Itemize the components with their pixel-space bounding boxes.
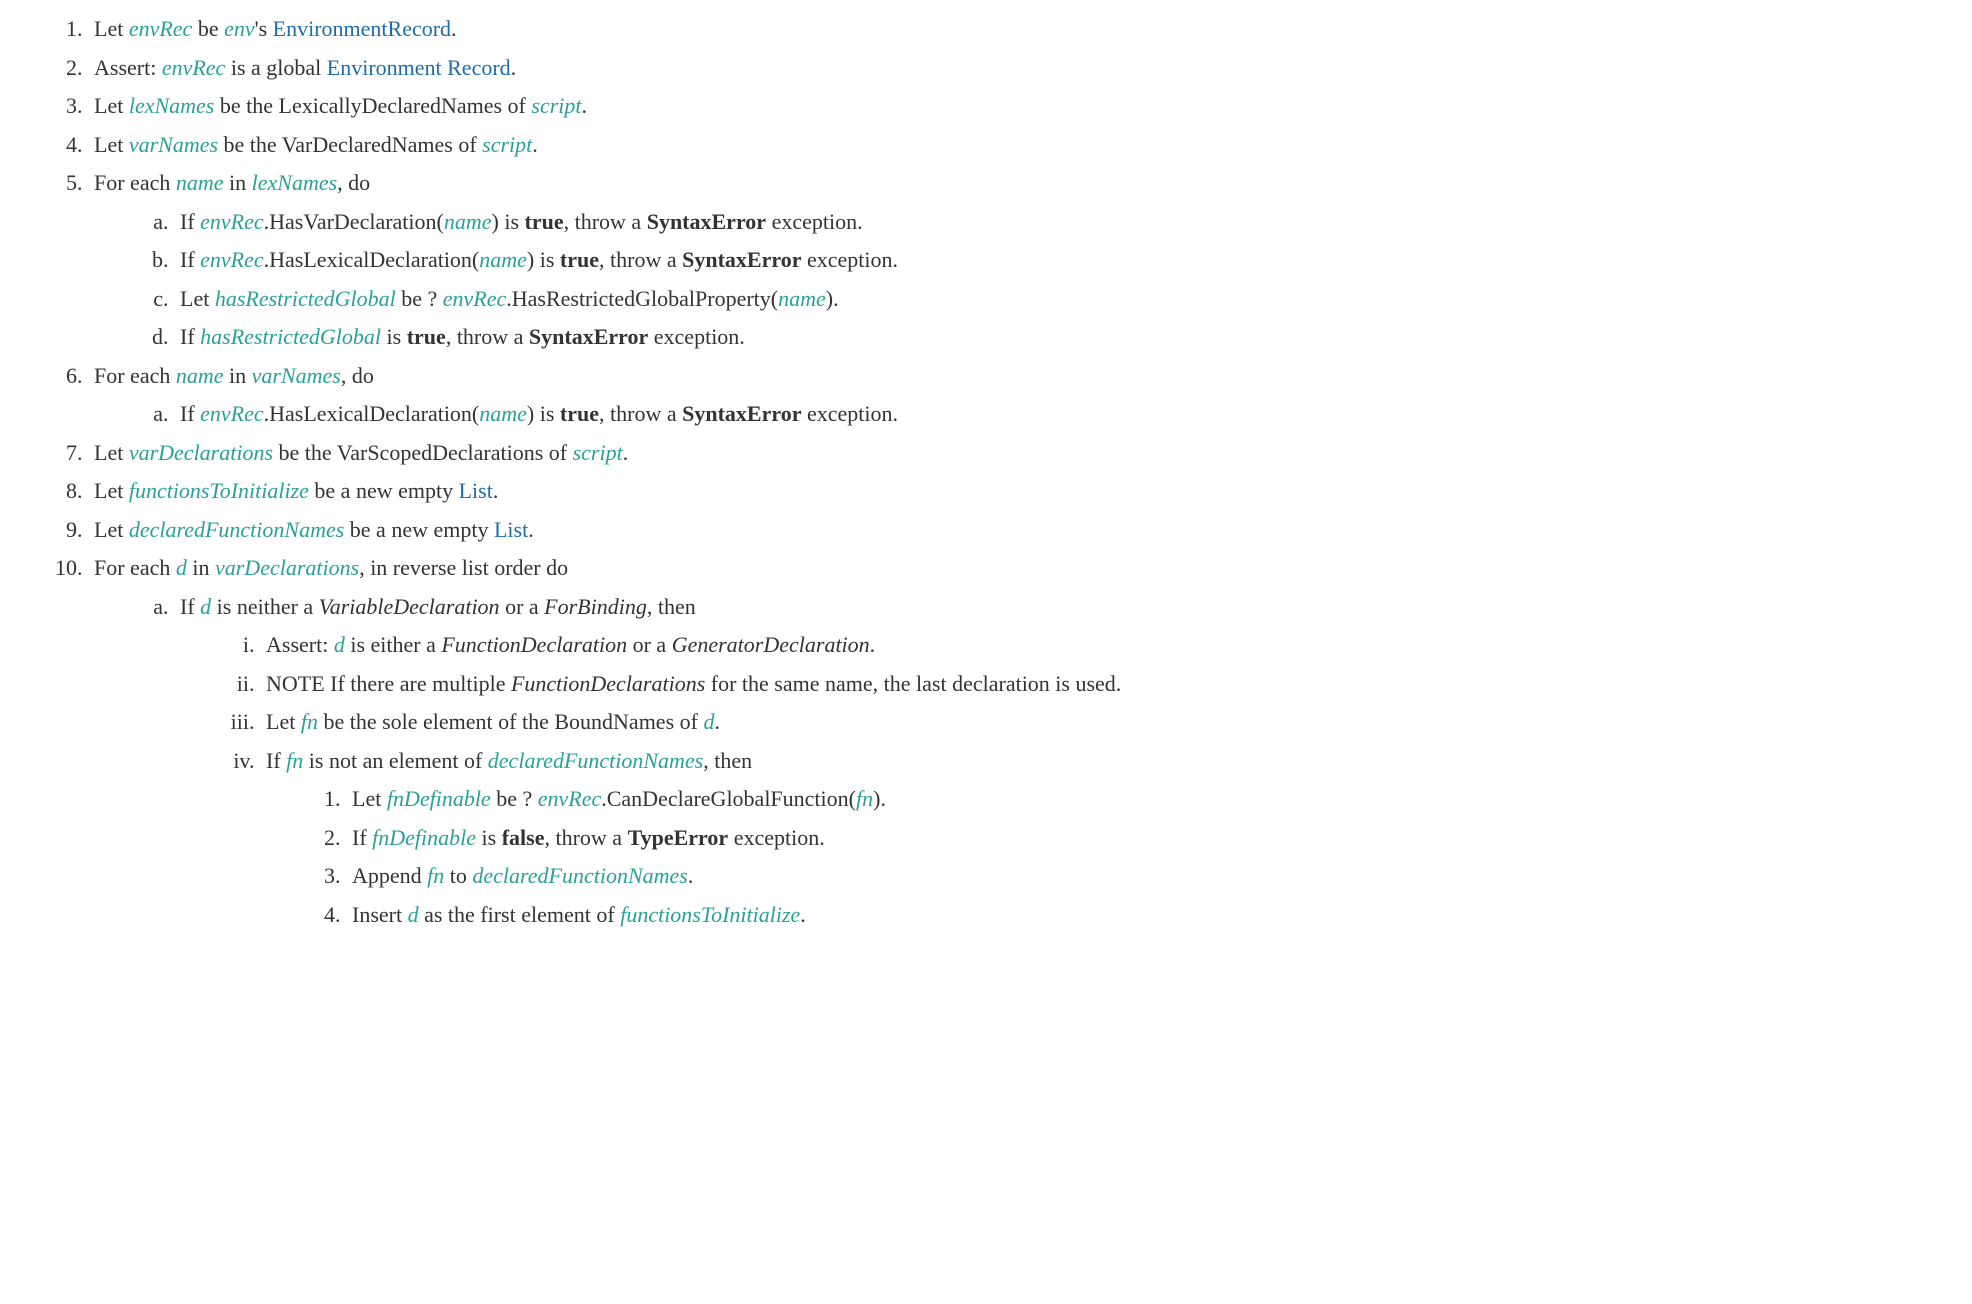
substeps-5: If envRec.HasVarDeclaration(name) is tru… [94, 203, 1932, 357]
step-10a: If d is neither a VariableDeclaration or… [174, 588, 1932, 935]
substeps-6: If envRec.HasLexicalDeclaration(name) is… [94, 395, 1932, 434]
step-10a-iv-2: If fnDefinable is false, throw a TypeErr… [346, 819, 1932, 858]
step-5a: If envRec.HasVarDeclaration(name) is tru… [174, 203, 1932, 242]
substeps-10a-iv: Let fnDefinable be ? envRec.CanDeclareGl… [266, 780, 1932, 934]
step-10a-iv-4: Insert d as the first element of functio… [346, 896, 1932, 935]
link-list[interactable]: List [494, 517, 528, 542]
step-2: Assert: envRec is a global Environment R… [88, 49, 1932, 88]
step-10a-iv-1: Let fnDefinable be ? envRec.CanDeclareGl… [346, 780, 1932, 819]
var-envrec: envRec [129, 16, 193, 41]
substeps-10: If d is neither a VariableDeclaration or… [94, 588, 1932, 935]
var-env: env [224, 16, 255, 41]
var-envrec: envRec [162, 55, 226, 80]
var-script: script [531, 93, 581, 118]
step-8: Let functionsToInitialize be a new empty… [88, 472, 1932, 511]
step-3: Let lexNames be the LexicallyDeclaredNam… [88, 87, 1932, 126]
step-5d: If hasRestrictedGlobal is true, throw a … [174, 318, 1932, 357]
step-6a: If envRec.HasLexicalDeclaration(name) is… [174, 395, 1932, 434]
step-10: For each d in varDeclarations, in revers… [88, 549, 1932, 934]
link-environment-record[interactable]: Environment Record [327, 55, 511, 80]
var-lexnames: lexNames [129, 93, 215, 118]
step-1: Let envRec be env's EnvironmentRecord. [88, 10, 1932, 49]
step-5: For each name in lexNames, do If envRec.… [88, 164, 1932, 357]
step-10a-iii: Let fn be the sole element of the BoundN… [260, 703, 1932, 742]
var-name: name [176, 170, 224, 195]
var-script: script [482, 132, 532, 157]
step-7: Let varDeclarations be the VarScopedDecl… [88, 434, 1932, 473]
step-6: For each name in varNames, do If envRec.… [88, 357, 1932, 434]
var-varnames: varNames [129, 132, 218, 157]
step-10a-iv: If fn is not an element of declaredFunct… [260, 742, 1932, 935]
algorithm-steps: Let envRec be env's EnvironmentRecord. A… [40, 10, 1932, 934]
step-10a-iv-3: Append fn to declaredFunctionNames. [346, 857, 1932, 896]
step-9: Let declaredFunctionNames be a new empty… [88, 511, 1932, 550]
step-5b: If envRec.HasLexicalDeclaration(name) is… [174, 241, 1932, 280]
link-environment-record[interactable]: EnvironmentRecord [273, 16, 451, 41]
step-4: Let varNames be the VarDeclaredNames of … [88, 126, 1932, 165]
step-10a-ii: NOTE If there are multiple FunctionDecla… [260, 665, 1932, 704]
step-10a-i: Assert: d is either a FunctionDeclaratio… [260, 626, 1932, 665]
substeps-10a: Assert: d is either a FunctionDeclaratio… [180, 626, 1932, 934]
var-lexnames: lexNames [252, 170, 338, 195]
link-list[interactable]: List [459, 478, 493, 503]
step-5c: Let hasRestrictedGlobal be ? envRec.HasR… [174, 280, 1932, 319]
